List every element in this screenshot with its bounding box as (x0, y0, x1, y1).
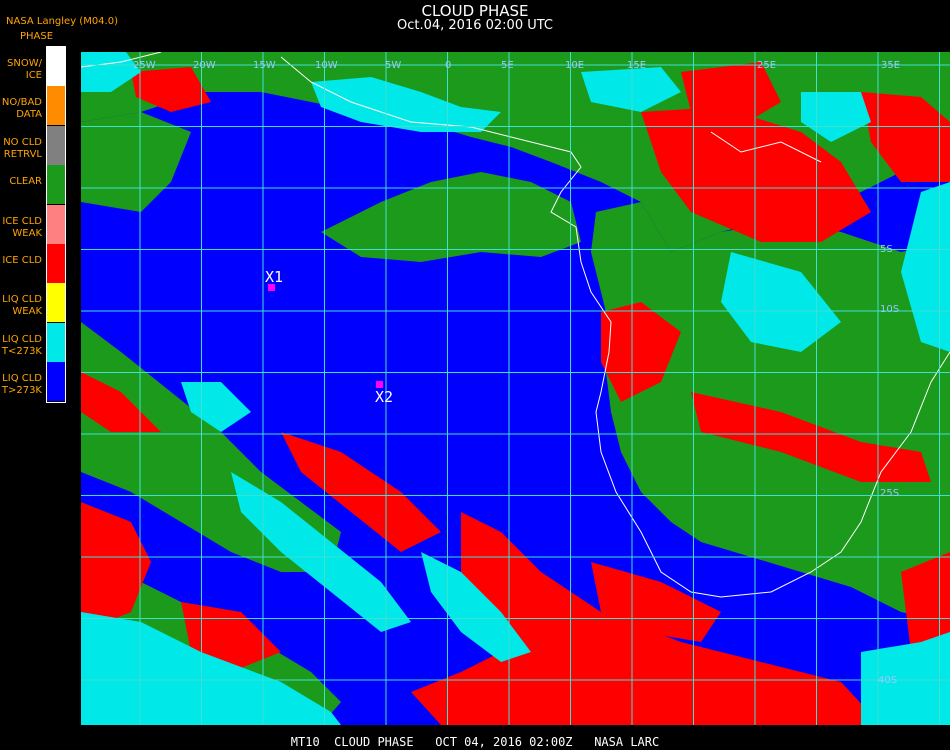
legend-swatch (47, 165, 65, 205)
legend-swatch (47, 362, 65, 402)
producer-label: NASA Langley (M04.0) (6, 16, 118, 27)
grid-label-35e: 35E (881, 60, 901, 71)
legend-swatch (47, 125, 65, 165)
legend-label-line1: CLEAR (9, 176, 42, 188)
legend-label-line1: ICE CLD (2, 255, 42, 266)
grid-label-5e: 5E (501, 60, 514, 71)
marker-x1-label: X1 (265, 268, 284, 286)
grid-label-20w: 20W (193, 60, 216, 71)
legend-swatch (47, 244, 65, 283)
grid-label-15w: 15W (253, 60, 276, 71)
legend-color-bar (46, 46, 66, 403)
grid-label-25s: 25S (880, 488, 900, 499)
grid-label-10w: 10W (315, 60, 338, 71)
legend-label-line2: T>273K (1, 385, 42, 397)
legend-swatch (47, 322, 65, 362)
legend-label: CLEAR (0, 176, 42, 188)
legend-label-line2: T<273K (1, 345, 42, 357)
legend-swatch (47, 47, 65, 86)
grid-label-10e: 10E (565, 60, 585, 71)
legend-title: PHASE (20, 31, 54, 42)
legend-label-line1: LIQ CLD (2, 294, 42, 306)
cloud-phase-map: 25W 20W 15W 10W 5W 0 5E 10E 15E 25E 35E … (81, 52, 950, 725)
legend-label-line2: ICE (25, 70, 42, 81)
legend-label-line1: LIQ CLD (2, 373, 42, 385)
legend-label-line1: LIQ CLD (2, 333, 42, 345)
marker-x2-label: X2 (375, 388, 394, 406)
legend-label-line2: DATA (16, 109, 42, 121)
footer-caption: MT10 CLOUD PHASE OCT 04, 2016 02:00Z NAS… (290, 735, 660, 749)
legend-label: ICE CLD (0, 255, 42, 267)
legend-swatch (47, 283, 65, 323)
legend-label-line2: RETRVL (3, 148, 42, 160)
legend-label: NO/BAD DATA (0, 97, 42, 121)
legend-label: ICE CLD WEAK (0, 216, 42, 240)
legend-label-line2: WEAK (12, 227, 42, 239)
grid-label-25w: 25W (133, 60, 156, 71)
map-layer (81, 52, 950, 725)
legend-label-line1: ICE CLD (2, 215, 42, 227)
legend-label: LIQ CLD T<273K (0, 334, 42, 358)
legend-label-line1: NO CLD (3, 136, 42, 148)
grid-label-5s: 5S (880, 244, 893, 255)
grid-label-10s: 10S (880, 304, 900, 315)
grid-label-25e: 25E (757, 60, 777, 71)
legend-swatch (47, 204, 65, 244)
legend-label: LIQ CLD T>273K (0, 373, 42, 397)
grid-label-40s: 40S (878, 675, 898, 686)
grid-label-5w: 5W (385, 60, 402, 71)
marker-x2 (376, 381, 383, 388)
grid-label-15e: 15E (627, 60, 647, 71)
grid-label-0: 0 (445, 60, 452, 71)
legend-swatch (47, 86, 65, 126)
legend-label-line2: WEAK (12, 306, 42, 318)
legend-label-line1: SNOW/ (7, 58, 42, 69)
legend-label: NO CLD RETRVL (0, 137, 42, 161)
datetime-label: Oct.04, 2016 02:00 UTC (397, 18, 553, 33)
legend-label-line1: NO/BAD (1, 97, 42, 109)
legend-label: LIQ CLD WEAK (0, 294, 42, 318)
legend-label: SNOW/ICE (0, 58, 42, 82)
